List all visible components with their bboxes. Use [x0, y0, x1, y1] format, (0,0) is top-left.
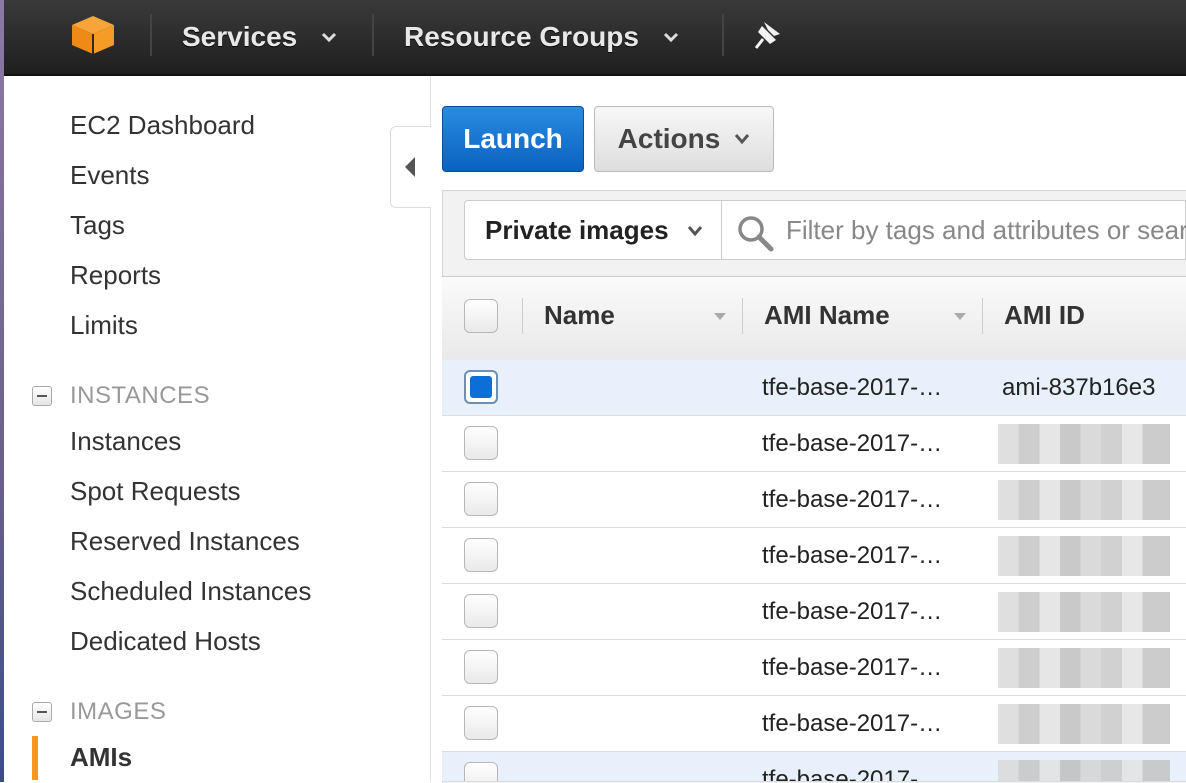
row-checkbox[interactable]: [464, 762, 498, 781]
column-divider: [742, 298, 743, 334]
filter-search-input[interactable]: [786, 208, 1186, 252]
row-checkbox[interactable]: [464, 482, 498, 516]
nav-separator: [722, 14, 724, 56]
sidebar-item-limits[interactable]: Limits: [70, 310, 138, 341]
sidebar-item-scheduled-instances[interactable]: Scheduled Instances: [70, 576, 311, 607]
chevron-down-icon: [735, 134, 750, 145]
actions-label: Actions: [617, 123, 721, 154]
select-all-checkbox[interactable]: [464, 299, 498, 333]
ami-id-cell: ami-837b16e3: [1002, 374, 1156, 401]
sort-caret-icon[interactable]: [952, 310, 968, 322]
sort-caret-icon[interactable]: [712, 310, 728, 322]
sidebar-section-instances[interactable]: INSTANCES: [32, 382, 210, 410]
row-checkbox[interactable]: [464, 650, 498, 684]
redacted-ami-id: [998, 424, 1170, 464]
sidebar-item-events[interactable]: Events: [70, 160, 150, 191]
ami-name-cell: tfe-base-2017-…: [762, 374, 943, 401]
sidebar-item-spot-requests[interactable]: Spot Requests: [70, 476, 241, 507]
row-checkbox[interactable]: [464, 538, 498, 572]
actions-dropdown-button[interactable]: Actions: [594, 106, 774, 172]
chevron-down-icon: [322, 32, 337, 43]
sidebar-item-dedicated-hosts[interactable]: Dedicated Hosts: [70, 626, 261, 657]
collapse-minus-icon[interactable]: [32, 386, 52, 406]
section-title: INSTANCES: [70, 382, 211, 409]
ami-name-cell: tfe-base-2017-…: [762, 486, 943, 513]
resource-groups-label: Resource Groups: [404, 21, 639, 52]
table-row[interactable]: tfe-base-2017-…: [442, 416, 1186, 472]
ami-name-cell: tfe-base-2017-…: [762, 598, 943, 625]
ami-name-cell: tfe-base-2017-…: [762, 542, 943, 569]
image-type-value: Private images: [485, 214, 669, 245]
nav-separator: [150, 14, 152, 56]
sidebar-item-tags[interactable]: Tags: [70, 210, 125, 241]
row-checkbox[interactable]: [464, 706, 498, 740]
services-menu[interactable]: Services: [182, 0, 337, 74]
collapse-minus-icon[interactable]: [32, 702, 52, 722]
ami-name-cell: tfe-base-2017-…: [762, 654, 943, 681]
redacted-ami-id: [998, 648, 1170, 688]
row-checkbox[interactable]: [464, 370, 498, 404]
redacted-ami-id: [998, 760, 1170, 781]
column-divider: [522, 298, 523, 334]
redacted-ami-id: [998, 704, 1170, 744]
sidebar-item-amis[interactable]: AMIs: [70, 742, 132, 773]
row-checkbox[interactable]: [464, 426, 498, 460]
redacted-ami-id: [998, 592, 1170, 632]
column-header-ami-name[interactable]: AMI Name: [764, 300, 890, 331]
ami-name-cell: tfe-base-2017-: [762, 766, 919, 782]
redacted-ami-id: [998, 536, 1170, 576]
section-title: IMAGES: [70, 698, 167, 725]
chevron-down-icon: [663, 32, 679, 43]
row-checkbox[interactable]: [464, 594, 498, 628]
image-type-select[interactable]: Private images: [464, 200, 722, 260]
aws-cube-logo-icon[interactable]: [70, 14, 116, 56]
ami-name-cell: tfe-base-2017-…: [762, 710, 943, 737]
table-row[interactable]: tfe-base-2017-: [442, 752, 1186, 782]
top-nav-bar: Services Resource Groups: [4, 0, 1186, 76]
sidebar: EC2 Dashboard Events Tags Reports Limits…: [4, 76, 431, 782]
sidebar-item-instances[interactable]: Instances: [70, 426, 181, 457]
column-header-ami-id[interactable]: AMI ID: [1004, 300, 1085, 331]
table-row[interactable]: tfe-base-2017-…: [442, 584, 1186, 640]
sidebar-item-reserved-instances[interactable]: Reserved Instances: [70, 526, 300, 557]
redacted-ami-id: [998, 480, 1170, 520]
active-indicator: [32, 736, 38, 780]
launch-button[interactable]: Launch: [442, 106, 584, 172]
services-label: Services: [182, 21, 298, 52]
ami-name-cell: tfe-base-2017-…: [762, 430, 943, 457]
search-icon: [738, 216, 774, 252]
collapse-sidebar-toggle[interactable]: [390, 126, 431, 208]
table-row[interactable]: tfe-base-2017-… ami-837b16e3: [442, 360, 1186, 416]
sidebar-item-ec2-dashboard[interactable]: EC2 Dashboard: [70, 110, 255, 141]
table-row[interactable]: tfe-base-2017-…: [442, 696, 1186, 752]
sidebar-item-reports[interactable]: Reports: [70, 260, 161, 291]
table-row[interactable]: tfe-base-2017-…: [442, 640, 1186, 696]
table-row[interactable]: tfe-base-2017-…: [442, 472, 1186, 528]
sidebar-section-images[interactable]: IMAGES: [32, 698, 166, 726]
chevron-down-icon: [687, 226, 703, 237]
resource-groups-menu[interactable]: Resource Groups: [404, 0, 679, 74]
table-row[interactable]: tfe-base-2017-…: [442, 528, 1186, 584]
column-header-name[interactable]: Name: [544, 300, 615, 331]
nav-separator: [372, 14, 374, 56]
column-divider: [982, 298, 983, 334]
pin-icon[interactable]: [754, 20, 782, 50]
